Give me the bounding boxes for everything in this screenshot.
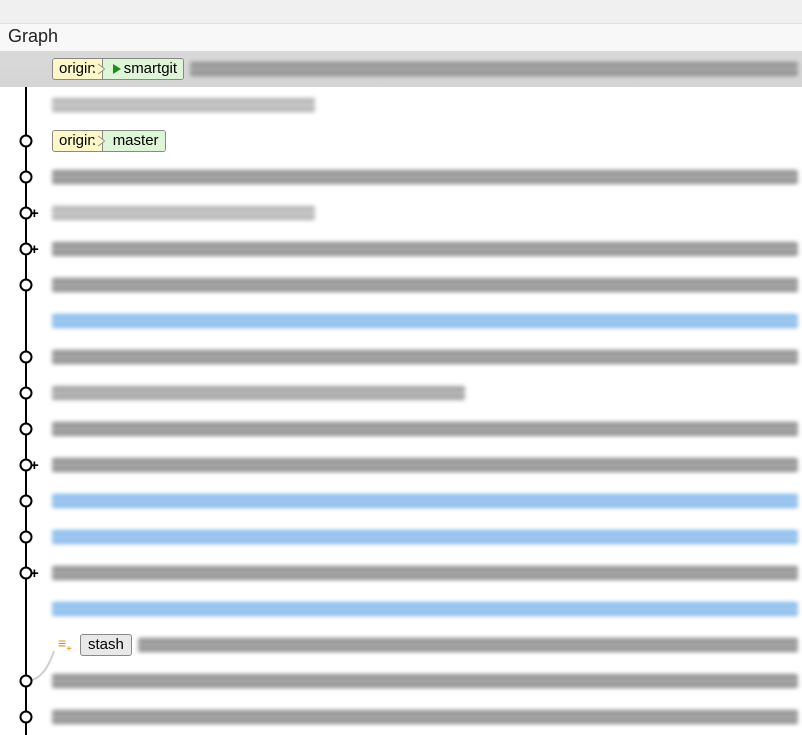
commit-row[interactable] bbox=[0, 87, 802, 123]
commit-message-blurred bbox=[52, 278, 798, 292]
commit-message-blurred bbox=[52, 458, 798, 472]
commit-row[interactable] bbox=[0, 159, 802, 195]
commit-row[interactable] bbox=[0, 519, 802, 555]
ref-stash[interactable]: stash bbox=[80, 634, 132, 656]
commit-message-blurred bbox=[52, 422, 798, 436]
commit-row[interactable] bbox=[0, 483, 802, 519]
branch-label: master bbox=[103, 131, 165, 151]
expand-plus-icon[interactable]: + bbox=[30, 565, 39, 582]
ref-origin-smartgit[interactable]: origin smartgit bbox=[52, 58, 184, 80]
commit-row[interactable]: + bbox=[0, 447, 802, 483]
commit-message-blurred bbox=[52, 98, 315, 112]
commit-message-blurred bbox=[52, 206, 315, 220]
expand-plus-icon[interactable]: + bbox=[30, 241, 39, 258]
commit-message-blurred bbox=[52, 350, 798, 364]
commit-row[interactable] bbox=[0, 267, 802, 303]
commit-message-blurred bbox=[52, 494, 798, 508]
commit-row[interactable] bbox=[0, 699, 802, 735]
commit-row[interactable] bbox=[0, 663, 802, 699]
commit-row[interactable]: + bbox=[0, 231, 802, 267]
commit-message-blurred bbox=[52, 170, 798, 184]
panel-title: Graph bbox=[0, 24, 802, 51]
commit-message-blurred bbox=[52, 566, 798, 580]
commit-graph[interactable]: origin smartgit origin master + + + + ≡+ stas… bbox=[0, 51, 802, 735]
commit-row[interactable]: origin smartgit bbox=[0, 51, 802, 87]
commit-row[interactable]: + bbox=[0, 195, 802, 231]
branch-label: smartgit bbox=[103, 59, 183, 79]
remote-label: origin bbox=[53, 59, 103, 79]
commit-row[interactable] bbox=[0, 375, 802, 411]
commit-message-blurred bbox=[52, 242, 798, 256]
commit-row[interactable]: origin master bbox=[0, 123, 802, 159]
commit-message-blurred bbox=[52, 530, 798, 544]
commit-message-blurred bbox=[52, 602, 798, 616]
commit-row[interactable] bbox=[0, 303, 802, 339]
stash-icon: ≡+ bbox=[58, 636, 72, 655]
commit-message-blurred bbox=[52, 314, 798, 328]
expand-plus-icon[interactable]: + bbox=[30, 205, 39, 222]
commit-row[interactable]: + bbox=[0, 555, 802, 591]
commit-row[interactable] bbox=[0, 339, 802, 375]
commit-row[interactable] bbox=[0, 411, 802, 447]
expand-plus-icon[interactable]: + bbox=[30, 457, 39, 474]
commit-message-blurred bbox=[190, 62, 798, 76]
commit-message-blurred bbox=[138, 638, 798, 652]
commit-row[interactable] bbox=[0, 591, 802, 627]
commit-row[interactable]: ≡+ stash bbox=[0, 627, 802, 663]
head-play-icon bbox=[113, 64, 121, 74]
window-top-bar bbox=[0, 0, 802, 24]
commit-message-blurred bbox=[52, 710, 798, 724]
commit-message-blurred bbox=[52, 386, 465, 400]
commit-message-blurred bbox=[52, 674, 798, 688]
remote-label: origin bbox=[53, 131, 103, 151]
ref-origin-master[interactable]: origin master bbox=[52, 130, 166, 152]
